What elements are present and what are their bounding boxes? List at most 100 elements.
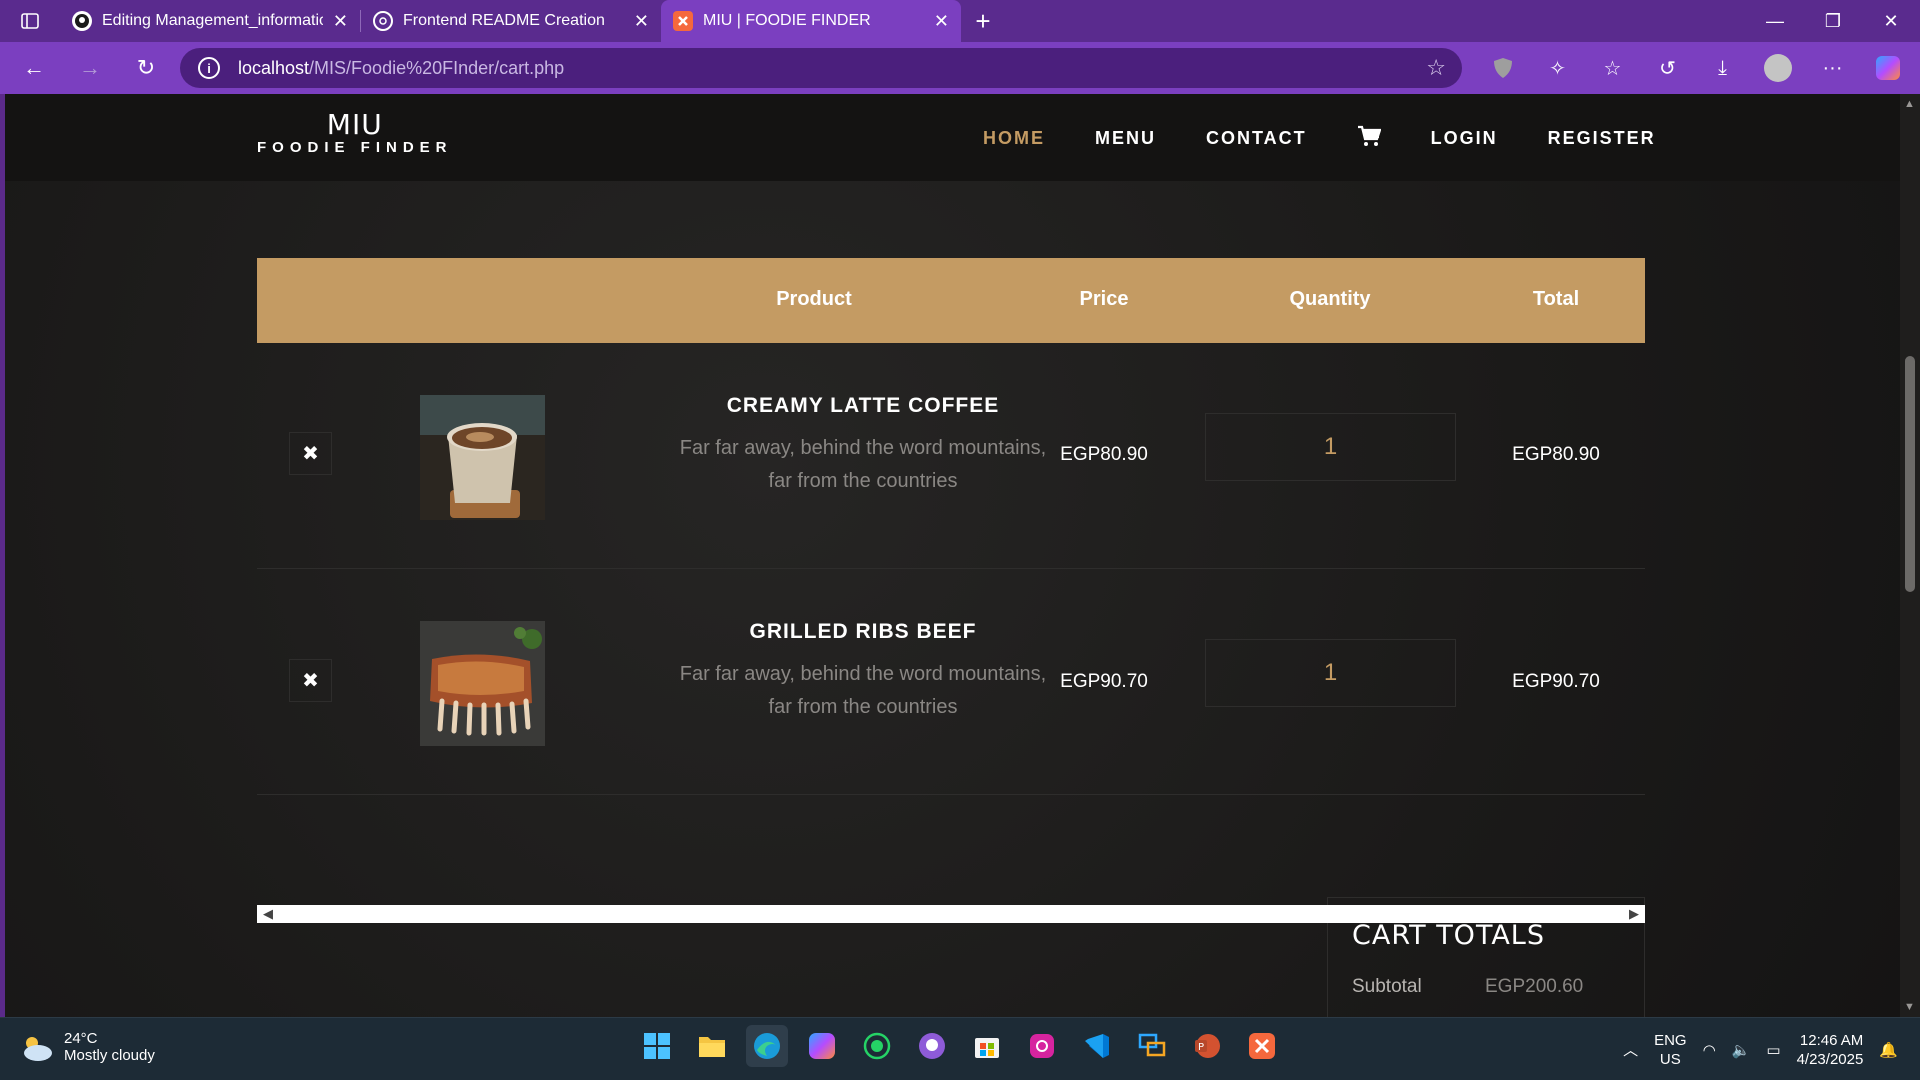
tab-title: MIU | FOODIE FINDER xyxy=(703,12,871,29)
favorite-star-icon[interactable]: ☆ xyxy=(1426,55,1446,81)
microsoft-store-icon[interactable] xyxy=(966,1025,1008,1067)
product-total: EGP90.70 xyxy=(1512,671,1600,692)
close-tab-icon[interactable]: ✕ xyxy=(634,11,649,32)
notification-bell-icon[interactable]: 🔔 xyxy=(1879,1041,1898,1059)
more-options-icon[interactable]: ··· xyxy=(1805,42,1860,94)
back-icon[interactable]: ← xyxy=(6,42,62,94)
windows-taskbar: 24°C Mostly cloudy P ︿ ENG US ◠ 🔈 ▭ 12:4… xyxy=(0,1017,1920,1080)
table-horizontal-scrollbar[interactable]: ◀ ▶ xyxy=(257,905,1645,923)
edge-browser-icon[interactable] xyxy=(746,1025,788,1067)
cart-table-header: Product Price Quantity Total xyxy=(257,258,1645,343)
nav-home[interactable]: HOME xyxy=(983,128,1045,149)
forward-icon[interactable]: → xyxy=(62,42,118,94)
nav-contact[interactable]: CONTACT xyxy=(1206,128,1307,149)
product-price: EGP90.70 xyxy=(1060,671,1148,692)
profile-avatar-icon[interactable] xyxy=(1750,42,1805,94)
nav-register[interactable]: REGISTER xyxy=(1548,128,1656,149)
product-image-latte xyxy=(420,395,545,520)
table-row: ✖ CREAMY LATTE COFFEE Far far away, behi… xyxy=(257,343,1645,569)
close-window-icon[interactable]: ✕ xyxy=(1862,0,1920,42)
address-bar[interactable]: i localhost/MIS/Foodie%20FInder/cart.php… xyxy=(180,48,1462,88)
product-description: Far far away, behind the word mountains,… xyxy=(642,432,1084,498)
file-explorer-icon[interactable] xyxy=(691,1025,733,1067)
taskbar-apps: P xyxy=(636,1025,1283,1067)
product-name: CREAMY LATTE COFFEE xyxy=(726,394,1000,417)
favorites-icon[interactable]: ☆ xyxy=(1585,42,1640,94)
quantity-input[interactable]: 1 xyxy=(1205,639,1456,707)
url-host: localhost xyxy=(238,57,310,78)
scroll-left-icon[interactable]: ◀ xyxy=(263,906,273,922)
instagram-icon[interactable] xyxy=(1021,1025,1063,1067)
product-price: EGP80.90 xyxy=(1060,444,1148,465)
close-tab-icon[interactable]: ✕ xyxy=(934,11,949,32)
logo-main: MIU xyxy=(326,108,383,141)
show-hidden-icons-icon[interactable]: ︿ xyxy=(1623,1039,1638,1060)
browser-tab-github[interactable]: Editing Management_information ✕ xyxy=(60,0,360,42)
cloudy-weather-icon xyxy=(20,1034,54,1061)
downloads-icon[interactable]: ⤓ xyxy=(1695,42,1750,94)
close-tab-icon[interactable]: ✕ xyxy=(333,11,348,32)
restore-icon[interactable]: ❐ xyxy=(1804,0,1862,42)
battery-icon[interactable]: ▭ xyxy=(1766,1041,1780,1059)
scroll-up-icon[interactable]: ▲ xyxy=(1904,98,1915,110)
site-info-icon[interactable]: i xyxy=(198,57,220,79)
browser-tab-bar: Editing Management_information ✕ Fronten… xyxy=(0,0,1920,42)
cart-icon[interactable] xyxy=(1357,125,1382,152)
logo-sub: FOODIE FINDER xyxy=(257,139,453,156)
vscode-icon[interactable] xyxy=(1076,1025,1118,1067)
copilot-icon[interactable] xyxy=(1860,42,1915,94)
tab-title: Frontend README Creation xyxy=(403,12,605,29)
quantity-input[interactable]: 1 xyxy=(1205,413,1456,481)
ublock-icon[interactable] xyxy=(1475,42,1530,94)
clock-date: 4/23/2025 xyxy=(1796,1050,1864,1068)
nav-menu[interactable]: MENU xyxy=(1095,128,1156,149)
chatgpt-icon xyxy=(373,11,393,31)
product-total: EGP80.90 xyxy=(1512,444,1600,465)
clock[interactable]: 12:46 AM 4/23/2025 xyxy=(1797,1031,1864,1069)
page-vertical-scrollbar[interactable]: ▲ ▼ xyxy=(1900,94,1920,1017)
header-product: Product xyxy=(776,288,852,310)
nav-login[interactable]: LOGIN xyxy=(1431,128,1498,149)
product-desc-line1: Far far away, behind the word mountains, xyxy=(679,437,1047,459)
product-desc-line1: Far far away, behind the word mountains, xyxy=(679,663,1047,685)
refresh-icon[interactable]: ↻ xyxy=(118,42,174,94)
new-tab-icon[interactable]: + xyxy=(961,0,1005,42)
system-tray: ︿ ENG US ◠ 🔈 ▭ 12:46 AM 4/23/2025 🔔 xyxy=(1623,1018,1920,1080)
start-windows-icon[interactable] xyxy=(636,1025,678,1067)
browser-tab-foodie-finder[interactable]: MIU | FOODIE FINDER ✕ xyxy=(661,0,961,42)
tab-actions-icon[interactable] xyxy=(0,0,60,42)
whatsapp-icon[interactable] xyxy=(856,1025,898,1067)
product-name: GRILLED RIBS BEEF xyxy=(749,620,977,643)
web-page: MIU FOODIE FINDER HOME MENU CONTACT LOGI… xyxy=(5,94,1900,1017)
weather-widget[interactable]: 24°C Mostly cloudy xyxy=(20,1030,155,1064)
language-indicator[interactable]: ENG US xyxy=(1654,1031,1687,1069)
scroll-down-icon[interactable]: ▼ xyxy=(1904,1001,1915,1013)
scrollbar-thumb[interactable] xyxy=(1905,356,1915,592)
lang-region: US xyxy=(1659,1050,1681,1068)
product-desc-line2: far from the countries xyxy=(768,470,958,492)
main-nav: HOME MENU CONTACT LOGIN REGISTER xyxy=(983,125,1656,152)
browser-tab-chatgpt[interactable]: Frontend README Creation ✕ xyxy=(361,0,661,42)
remove-item-button[interactable]: ✖ xyxy=(289,659,332,702)
volume-icon[interactable]: 🔈 xyxy=(1732,1041,1751,1059)
xampp-app-icon[interactable] xyxy=(1241,1025,1283,1067)
github-icon xyxy=(72,11,92,31)
powerpoint-icon[interactable]: P xyxy=(1186,1025,1228,1067)
github-desktop-icon[interactable] xyxy=(911,1025,953,1067)
clock-time: 12:46 AM xyxy=(1799,1031,1864,1049)
site-header: MIU FOODIE FINDER HOME MENU CONTACT LOGI… xyxy=(5,94,1900,181)
wifi-icon[interactable]: ◠ xyxy=(1703,1041,1716,1059)
url-path: /MIS/Foodie%20FInder/cart.php xyxy=(309,57,565,78)
weather-temp: 24°C xyxy=(64,1030,98,1047)
extensions-icon[interactable]: ✧ xyxy=(1530,42,1585,94)
remote-desktop-icon[interactable] xyxy=(1131,1025,1173,1067)
scroll-right-icon[interactable]: ▶ xyxy=(1629,906,1639,922)
xampp-icon xyxy=(673,11,693,31)
minimize-icon[interactable]: — xyxy=(1746,0,1804,42)
remove-item-button[interactable]: ✖ xyxy=(289,432,332,475)
site-logo[interactable]: MIU FOODIE FINDER xyxy=(257,108,453,156)
svg-text:P: P xyxy=(1198,1042,1204,1053)
tab-title: Editing Management_information xyxy=(102,12,323,29)
copilot-app-icon[interactable] xyxy=(801,1025,843,1067)
history-icon[interactable]: ↺ xyxy=(1640,42,1695,94)
